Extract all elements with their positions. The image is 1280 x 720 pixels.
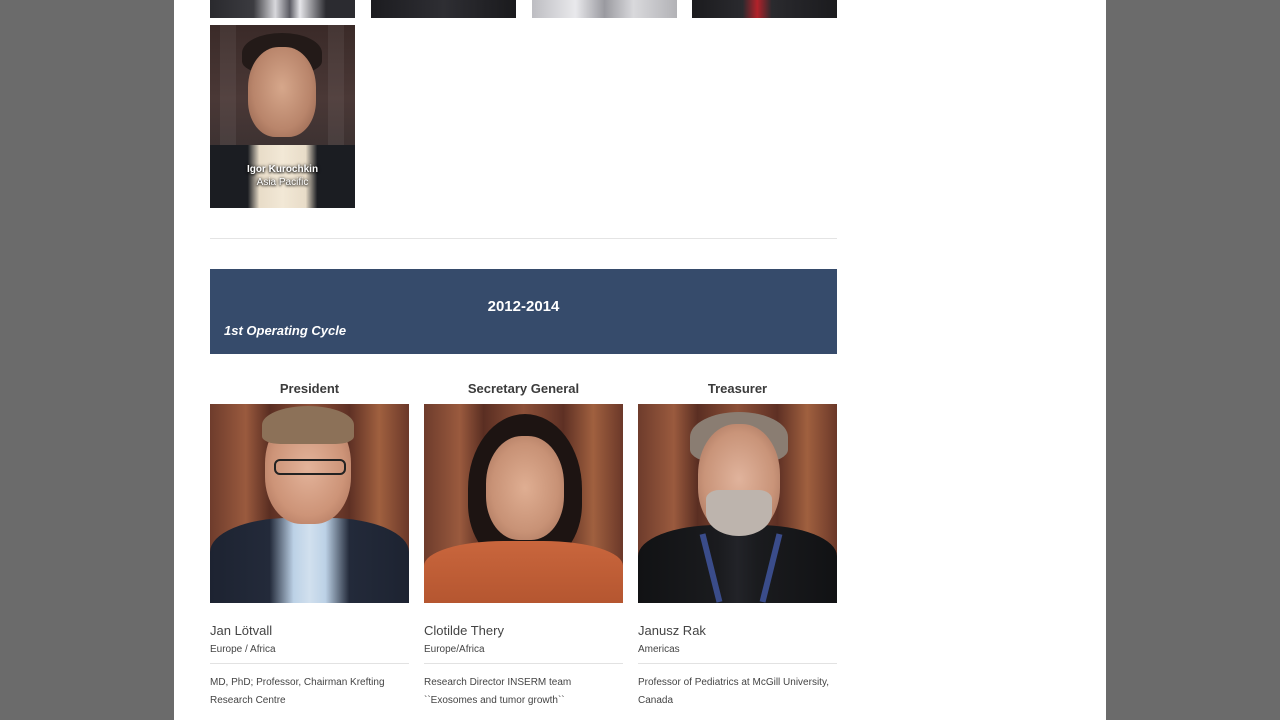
member-card-igor-kurochkin[interactable]: Igor Kurochkin Asia Pacific (210, 25, 355, 208)
photo-hair (262, 406, 354, 444)
cycle-years: 2012-2014 (487, 298, 560, 315)
member-photo[interactable] (532, 0, 677, 18)
officer-divider (638, 663, 837, 664)
photo-face (248, 47, 316, 137)
officer-divider (210, 663, 409, 664)
photo-torso (210, 518, 409, 603)
photo-face (486, 436, 564, 540)
member-caption: Igor Kurochkin Asia Pacific (210, 164, 355, 188)
photo-beard (706, 490, 772, 536)
officer-role: President (279, 381, 340, 396)
content-page: Igor Kurochkin Asia Pacific 2012-2014 1s… (174, 0, 1106, 720)
officer-role: Treasurer (707, 381, 768, 396)
photo-torso (424, 541, 623, 603)
officer-name: Jan Lötvall (210, 623, 273, 638)
officer-region: Europe / Africa (210, 644, 276, 655)
officer-role: Secretary General (467, 381, 580, 396)
member-name: Igor Kurochkin (246, 164, 319, 175)
officer-photo[interactable] (210, 404, 409, 603)
officer-description: Professor of Pediatrics at McGill Univer… (638, 677, 829, 706)
officer-photo[interactable] (424, 404, 623, 603)
officer-name: Clotilde Thery (424, 623, 504, 638)
officer-card-treasurer: Treasurer Janusz Rak Americas Professor … (638, 380, 837, 710)
officer-photo[interactable] (638, 404, 837, 603)
cycle-banner: 2012-2014 1st Operating Cycle (210, 269, 837, 354)
officer-description: MD, PhD; Professor, Chairman Krefting Re… (210, 677, 385, 706)
officer-description: Research Director INSERM team ``Exosomes… (424, 677, 572, 706)
officer-card-president: President Jan Lötvall Europe / Africa MD… (210, 380, 409, 710)
member-photo[interactable] (692, 0, 837, 18)
photo-torso (638, 525, 837, 603)
member-photo[interactable] (210, 0, 355, 18)
cycle-label: 1st Operating Cycle (224, 323, 347, 338)
section-divider (210, 238, 837, 239)
officer-card-secretary-general: Secretary General Clotilde Thery Europe/… (424, 380, 623, 710)
officer-region: Europe/Africa (424, 644, 485, 655)
officer-divider (424, 663, 623, 664)
member-region: Asia Pacific (256, 177, 309, 188)
glasses-icon (274, 459, 346, 475)
member-photo[interactable] (371, 0, 516, 18)
officer-region: Americas (638, 644, 680, 655)
officer-name: Janusz Rak (638, 623, 706, 638)
